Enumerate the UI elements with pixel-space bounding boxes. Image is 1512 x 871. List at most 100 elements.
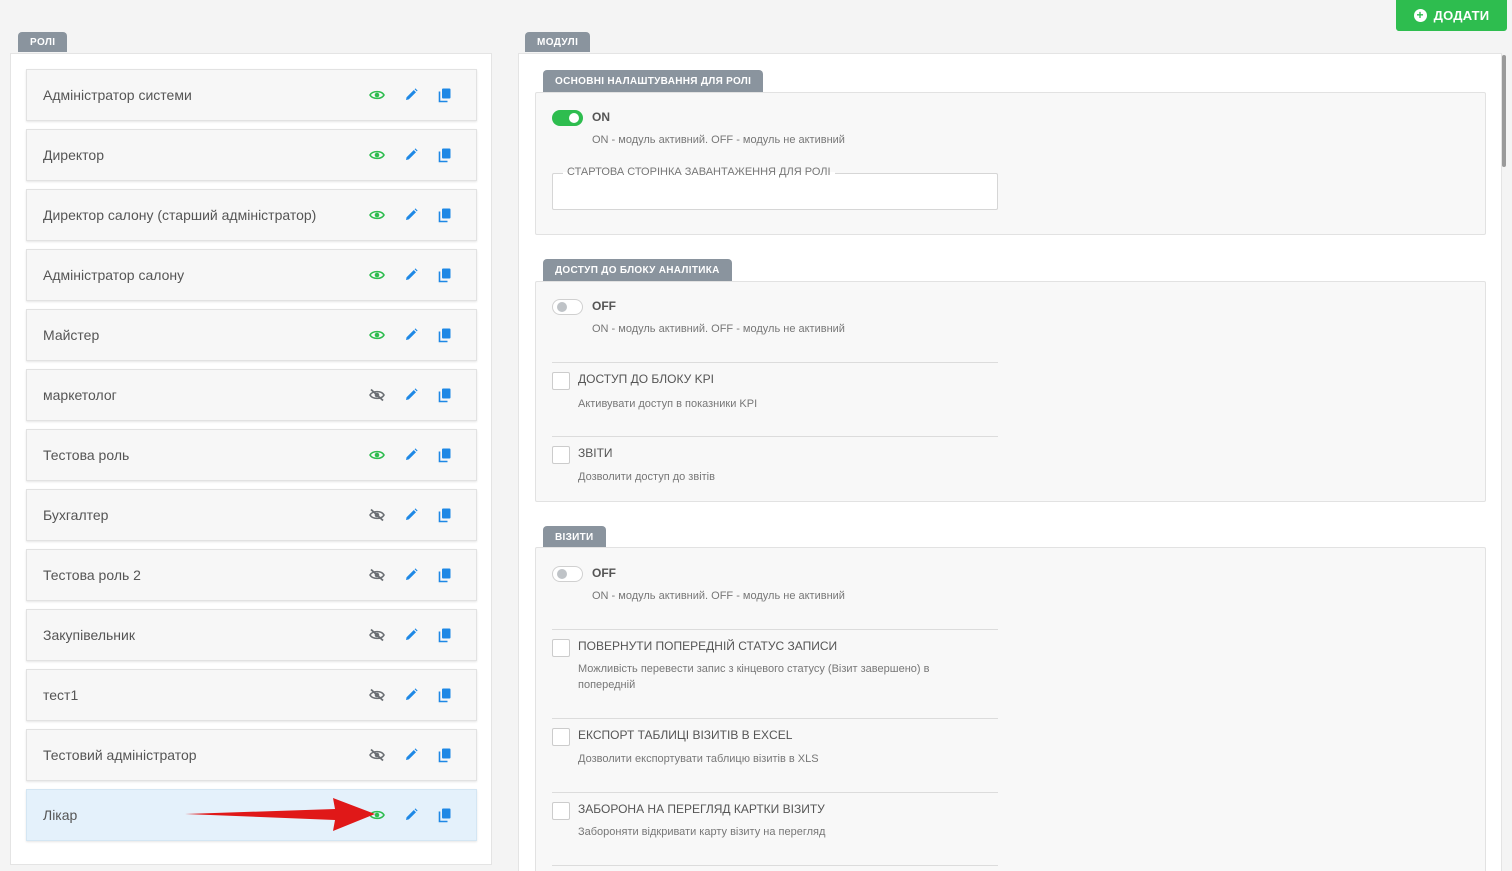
role-name: Адміністратор салону xyxy=(43,267,185,283)
deny-visit-card-checkbox[interactable] xyxy=(552,802,570,820)
pencil-icon[interactable] xyxy=(403,447,419,463)
add-button-label: ДОДАТИ xyxy=(1433,8,1490,23)
role-name: маркетолог xyxy=(43,387,117,403)
divider xyxy=(552,362,998,363)
pencil-icon[interactable] xyxy=(403,687,419,703)
eye-slash-icon[interactable] xyxy=(369,687,385,703)
basic-toggle-hint: ON - модуль активний. OFF - модуль не ак… xyxy=(592,134,845,146)
role-name: Директор xyxy=(43,147,104,163)
role-row[interactable]: Бухгалтер xyxy=(26,489,477,541)
copy-icon[interactable] xyxy=(437,87,453,103)
reports-title: ЗВІТИ xyxy=(578,446,613,460)
section-basic: ON ON - модуль активний. OFF - модуль не… xyxy=(535,92,1486,235)
copy-icon[interactable] xyxy=(437,687,453,703)
role-row[interactable]: Тестова роль 2 xyxy=(26,549,477,601)
start-page-input[interactable]: СТАРТОВА СТОРІНКА ЗАВАНТАЖЕННЯ ДЛЯ РОЛІ xyxy=(552,166,998,210)
reports-checkbox[interactable] xyxy=(552,446,570,464)
pencil-icon[interactable] xyxy=(403,747,419,763)
pencil-icon[interactable] xyxy=(403,507,419,523)
role-name: Закупівельник xyxy=(43,627,135,643)
copy-icon[interactable] xyxy=(437,327,453,343)
analytics-module-toggle[interactable] xyxy=(552,299,583,315)
eye-icon[interactable] xyxy=(369,447,385,463)
kpi-access-checkbox[interactable] xyxy=(552,372,570,390)
copy-icon[interactable] xyxy=(437,747,453,763)
kpi-access-title: ДОСТУП ДО БЛОКУ KPI xyxy=(578,372,714,386)
divider xyxy=(552,436,998,437)
scrollbar-track[interactable] xyxy=(1501,53,1507,871)
pencil-icon[interactable] xyxy=(403,207,419,223)
role-row[interactable]: Директор xyxy=(26,129,477,181)
role-name: Бухгалтер xyxy=(43,507,109,523)
basic-module-toggle[interactable] xyxy=(552,110,583,126)
pencil-icon[interactable] xyxy=(403,567,419,583)
add-button[interactable]: + ДОДАТИ xyxy=(1396,0,1507,31)
roles-tab: РОЛІ xyxy=(18,32,68,52)
pencil-icon[interactable] xyxy=(403,627,419,643)
eye-icon[interactable] xyxy=(369,87,385,103)
eye-icon[interactable] xyxy=(369,207,385,223)
annotation-arrow xyxy=(185,798,375,831)
revert-status-title: ПОВЕРНУТИ ПОПЕРЕДНІЙ СТАТУС ЗАПИСИ xyxy=(578,639,838,653)
section-tab-analytics: ДОСТУП ДО БЛОКУ АНАЛІТИКА xyxy=(543,259,732,281)
copy-icon[interactable] xyxy=(437,447,453,463)
reports-desc: Дозволити доступ до звітів xyxy=(578,471,715,483)
role-row[interactable]: Директор салону (старший адміністратор) xyxy=(26,189,477,241)
role-row[interactable]: маркетолог xyxy=(26,369,477,421)
analytics-toggle-hint: ON - модуль активний. OFF - модуль не ак… xyxy=(592,323,845,335)
revert-status-checkbox[interactable] xyxy=(552,639,570,657)
eye-icon[interactable] xyxy=(369,267,385,283)
copy-icon[interactable] xyxy=(437,567,453,583)
eye-slash-icon[interactable] xyxy=(369,387,385,403)
role-row[interactable]: Тестова роль xyxy=(26,429,477,481)
kpi-access-desc: Активувати доступ в показники KPI xyxy=(578,398,758,410)
export-excel-desc: Дозволити експортувати таблицю візитів в… xyxy=(578,753,819,765)
section-tab-basic: ОСНОВНІ НАЛАШТУВАННЯ ДЛЯ РОЛІ xyxy=(543,70,764,92)
basic-toggle-label: ON xyxy=(592,110,610,124)
roles-panel: Адміністратор системи Директор Директор са… xyxy=(10,53,492,865)
copy-icon[interactable] xyxy=(437,147,453,163)
copy-icon[interactable] xyxy=(437,807,453,823)
divider xyxy=(552,792,998,793)
role-row[interactable]: Майстер xyxy=(26,309,477,361)
deny-visit-card-desc: Забороняти відкривати карту візиту на пе… xyxy=(578,826,826,838)
divider xyxy=(552,865,998,866)
role-name: Майстер xyxy=(43,327,100,343)
role-name: тест1 xyxy=(43,687,79,703)
role-name: Адміністратор системи xyxy=(43,87,192,103)
eye-slash-icon[interactable] xyxy=(369,567,385,583)
pencil-icon[interactable] xyxy=(403,807,419,823)
pencil-icon[interactable] xyxy=(403,147,419,163)
eye-icon[interactable] xyxy=(369,147,385,163)
copy-icon[interactable] xyxy=(437,387,453,403)
visits-module-toggle[interactable] xyxy=(552,566,583,582)
role-row[interactable]: Тестовий адміністратор xyxy=(26,729,477,781)
modules-panel: ОСНОВНІ НАЛАШТУВАННЯ ДЛЯ РОЛІ ON ON - мо… xyxy=(518,53,1502,871)
pencil-icon[interactable] xyxy=(403,327,419,343)
eye-slash-icon[interactable] xyxy=(369,507,385,523)
eye-icon[interactable] xyxy=(369,327,385,343)
copy-icon[interactable] xyxy=(437,207,453,223)
divider xyxy=(552,718,998,719)
copy-icon[interactable] xyxy=(437,507,453,523)
role-row[interactable]: Адміністратор салону xyxy=(26,249,477,301)
scrollbar-thumb[interactable] xyxy=(1502,55,1506,167)
pencil-icon[interactable] xyxy=(403,267,419,283)
pencil-icon[interactable] xyxy=(403,87,419,103)
copy-icon[interactable] xyxy=(437,267,453,283)
pencil-icon[interactable] xyxy=(403,387,419,403)
modules-tab: МОДУЛІ xyxy=(525,32,591,52)
role-row[interactable]: Адміністратор системи xyxy=(26,69,477,121)
eye-slash-icon[interactable] xyxy=(369,627,385,643)
copy-icon[interactable] xyxy=(437,627,453,643)
divider xyxy=(552,629,998,630)
role-name: Лікар xyxy=(43,807,78,823)
export-excel-checkbox[interactable] xyxy=(552,728,570,746)
revert-status-desc: Можливість перевести запис з кінцевого с… xyxy=(578,663,930,691)
section-visits: OFF ON - модуль активний. OFF - модуль н… xyxy=(535,547,1486,871)
role-row[interactable]: Закупівельник xyxy=(26,609,477,661)
eye-slash-icon[interactable] xyxy=(369,747,385,763)
role-row[interactable]: тест1 xyxy=(26,669,477,721)
visits-toggle-label: OFF xyxy=(592,566,616,580)
export-excel-title: ЕКСПОРТ ТАБЛИЦІ ВІЗИТІВ В EXCEL xyxy=(578,728,793,742)
